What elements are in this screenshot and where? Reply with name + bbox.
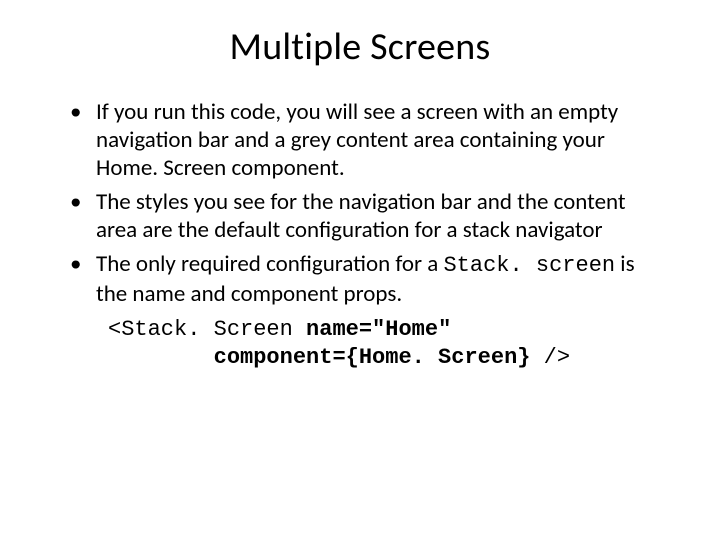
- code-text: />: [530, 345, 570, 370]
- slide-title: Multiple Screens: [40, 24, 680, 70]
- list-item: If you run this code, you will see a scr…: [70, 98, 670, 182]
- list-item: The styles you see for the navigation ba…: [70, 188, 670, 244]
- bullet-list: If you run this code, you will see a scr…: [40, 98, 680, 308]
- code-bold: name="Home": [306, 317, 451, 342]
- bullet-text-prefix: The only required configuration for a: [96, 250, 443, 278]
- code-block: <Stack. Screen name="Home" component={Ho…: [108, 316, 680, 372]
- list-item: The only required configuration for a St…: [70, 250, 670, 308]
- inline-code: Stack. screen: [443, 253, 615, 278]
- code-text: <Stack. Screen: [108, 317, 306, 342]
- bullet-text: The styles you see for the navigation ba…: [96, 188, 626, 244]
- bullet-text: If you run this code, you will see a scr…: [96, 98, 618, 182]
- slide: Multiple Screens If you run this code, y…: [0, 0, 720, 540]
- code-indent: [108, 345, 214, 370]
- code-bold: component={Home. Screen}: [214, 345, 531, 370]
